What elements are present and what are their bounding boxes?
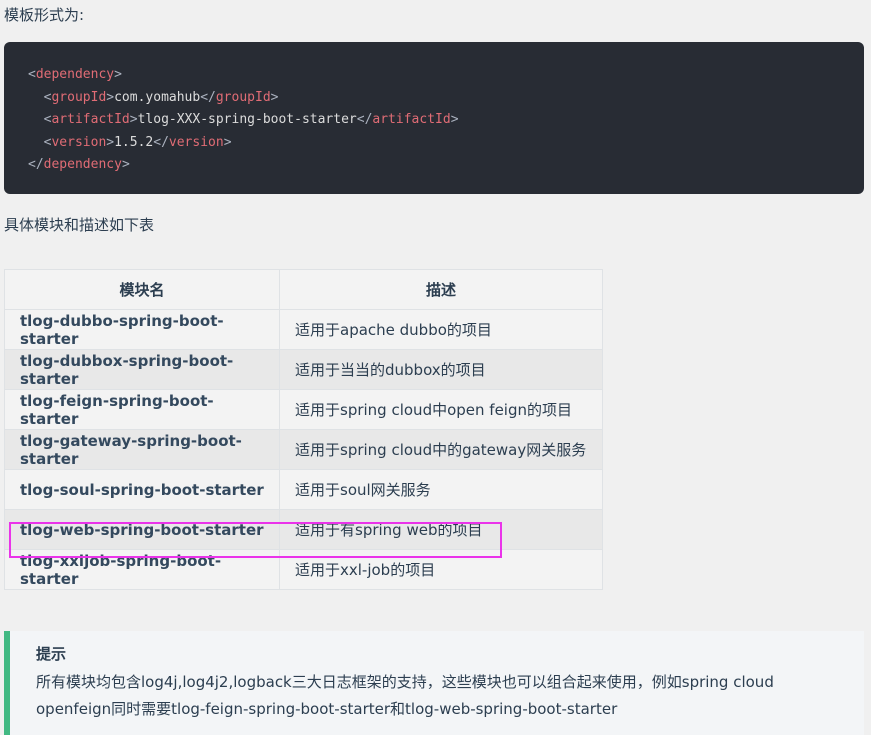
module-name-cell: tlog-web-spring-boot-starter [4, 509, 280, 550]
module-name-cell: tlog-dubbo-spring-boot-starter [4, 309, 280, 350]
code-block: <dependency> <groupId>com.yomahub</group… [4, 42, 864, 194]
module-name-cell: tlog-gateway-spring-boot-starter [4, 429, 280, 470]
code-tag: artifactId [51, 112, 130, 127]
table-row: tlog-soul-spring-boot-starter 适用于soul网关服… [4, 469, 603, 510]
code-tag: dependency [35, 67, 115, 82]
tip-body: 所有模块均包含log4j,log4j2,logback三大日志框架的支持，这些模… [36, 669, 844, 723]
column-header-module-name: 模块名 [4, 269, 280, 310]
module-desc-cell: 适用于soul网关服务 [279, 469, 603, 510]
code-line-1: <dependency> [28, 67, 122, 82]
table-row: tlog-gateway-spring-boot-starter 适用于spri… [4, 429, 603, 470]
code-tag: groupId [215, 89, 271, 105]
code-line-4: <version>1.5.2</version> [43, 134, 232, 150]
module-table: 模块名 描述 tlog-dubbo-spring-boot-starter 适用… [4, 269, 603, 590]
module-desc-cell: 适用于xxl-job的项目 [279, 549, 603, 590]
code-tag: artifactId [372, 112, 451, 127]
module-name-cell: tlog-dubbox-spring-boot-starter [4, 349, 280, 390]
module-desc-cell: 适用于当当的dubbox的项目 [279, 349, 603, 390]
module-name-cell: tlog-soul-spring-boot-starter [4, 469, 280, 510]
tip-body-line: openfeign同时需要tlog-feign-spring-boot-star… [36, 700, 618, 718]
code-tag: dependency [43, 157, 122, 172]
column-header-description: 描述 [279, 269, 603, 310]
tip-box: 提示 所有模块均包含log4j,log4j2,logback三大日志框架的支持，… [4, 631, 864, 735]
module-name-cell: tlog-xxljob-spring-boot-starter [4, 549, 280, 590]
code-line-3: <artifactId>tlog-XXX-spring-boot-starter… [43, 112, 459, 127]
code-value: 1.5.2 [114, 134, 154, 150]
table-header-row: 模块名 描述 [4, 269, 603, 310]
module-desc-cell: 适用于spring cloud中open feign的项目 [279, 389, 603, 430]
code-tag: version [168, 134, 224, 150]
table-row: tlog-dubbox-spring-boot-starter 适用于当当的du… [4, 349, 603, 390]
table-intro-text: 具体模块和描述如下表 [4, 216, 155, 234]
code-tag: version [51, 134, 107, 150]
tip-title: 提示 [36, 645, 67, 663]
code-value: tlog-XXX-spring-boot-starter [137, 112, 357, 127]
code-value: com.yomahub [114, 89, 201, 105]
module-desc-cell: 适用于有spring web的项目 [279, 509, 603, 550]
intro-text: 模板形式为: [4, 6, 85, 24]
code-line-5: </dependency> [28, 157, 130, 172]
module-desc-cell: 适用于spring cloud中的gateway网关服务 [279, 429, 603, 470]
table-row: tlog-feign-spring-boot-starter 适用于spring… [4, 389, 603, 430]
module-name-cell: tlog-feign-spring-boot-starter [4, 389, 280, 430]
table-row: tlog-xxljob-spring-boot-starter 适用于xxl-j… [4, 549, 603, 590]
code-line-2: <groupId>com.yomahub</groupId> [43, 89, 279, 105]
code-tag: groupId [51, 89, 107, 105]
table-row: tlog-web-spring-boot-starter 适用于有spring … [4, 509, 603, 550]
module-desc-cell: 适用于apache dubbo的项目 [279, 309, 603, 350]
table-row: tlog-dubbo-spring-boot-starter 适用于apache… [4, 309, 603, 350]
tip-body-line: 所有模块均包含log4j,log4j2,logback三大日志框架的支持，这些模… [36, 673, 774, 691]
